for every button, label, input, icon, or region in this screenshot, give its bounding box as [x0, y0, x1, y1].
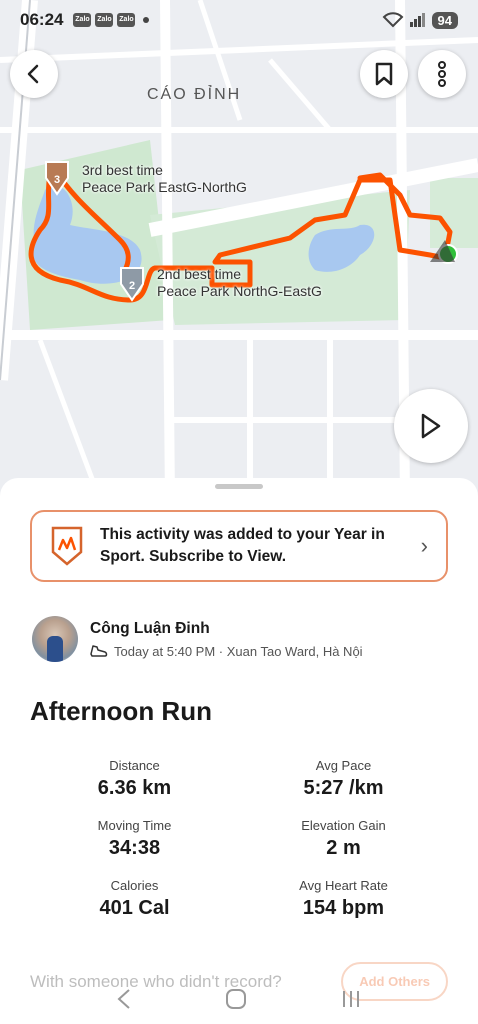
silver-medal-icon: 2: [120, 267, 144, 302]
chevron-right-icon: ›: [420, 533, 428, 558]
stat-value: 5:27 /km: [303, 777, 384, 799]
stat-moving-time: Moving Time 34:38: [30, 818, 239, 860]
play-flyover-button[interactable]: [394, 389, 468, 463]
system-nav-bar: [0, 974, 478, 1024]
stat-value: 2 m: [326, 837, 361, 859]
bronze-medal-icon: 3: [45, 161, 69, 196]
stat-value: 34:38: [108, 837, 161, 859]
stat-elevation-gain: Elevation Gain 2 m: [239, 818, 448, 860]
signal-icon: [409, 13, 425, 27]
year-in-sport-banner[interactable]: This activity was added to your Year in …: [30, 510, 448, 582]
nav-recents-icon[interactable]: [340, 989, 362, 1009]
activity-title: Afternoon Run: [30, 696, 212, 726]
medal-3-number: 3: [54, 174, 60, 186]
nav-home-icon[interactable]: [224, 987, 248, 1011]
place-name: CÁO ĐỈNH: [147, 86, 242, 103]
segment-3rd-rank: 3rd best time: [82, 162, 163, 178]
notification-dot-icon: [143, 17, 150, 23]
more-vertical-icon: [438, 61, 446, 87]
sheet-drag-handle[interactable]: [215, 484, 263, 489]
stat-label: Distance: [109, 758, 160, 773]
chevron-left-icon: [27, 64, 39, 84]
stat-value: 401 Cal: [99, 897, 170, 919]
activity-meta: Today at 5:40 PM · Xuan Tao Ward, Hà Nội: [90, 644, 363, 659]
stats-grid: Distance 6.36 km Avg Pace 5:27 /km Movin…: [30, 758, 448, 920]
more-options-button[interactable]: [418, 50, 466, 98]
stat-label: Avg Pace: [315, 758, 372, 773]
battery-level: 94: [431, 11, 458, 29]
segment-3rd-name: Peace Park EastG-NorthG: [82, 179, 247, 195]
stat-label: Moving Time: [97, 818, 172, 833]
stat-label: Avg Heart Rate: [299, 878, 388, 893]
segment-label-3rd[interactable]: 3rd best time Peace Park EastG-NorthG: [82, 162, 247, 196]
year-in-sport-text: This activity was added to your Year in …: [100, 526, 385, 565]
activity-date-location: Today at 5:40 PM · Xuan Tao Ward, Hà Nội: [114, 643, 363, 659]
athlete-name[interactable]: Công Luận Đinh: [90, 620, 363, 638]
stat-calories: Calories 401 Cal: [30, 878, 239, 920]
stat-label: Calories: [110, 878, 159, 893]
play-icon: [421, 413, 441, 439]
stat-value: 6.36 km: [97, 777, 172, 799]
bookmark-button[interactable]: [360, 50, 408, 98]
running-shoe-icon: [90, 645, 108, 657]
activity-sheet: This activity was added to your Year in …: [0, 478, 478, 1024]
stat-distance: Distance 6.36 km: [30, 758, 239, 800]
zalo-notification-icon: Zalo: [73, 13, 92, 27]
stat-label: Elevation Gain: [301, 818, 386, 833]
medal-2-number: 2: [129, 280, 135, 292]
avatar[interactable]: [32, 616, 78, 662]
stat-avg-heart-rate: Avg Heart Rate 154 bpm: [239, 878, 448, 920]
athlete-header[interactable]: Công Luận Đinh Today at 5:40 PM · Xuan T…: [32, 616, 363, 662]
nav-back-icon[interactable]: [116, 988, 132, 1010]
year-in-sport-icon: [51, 526, 83, 566]
stat-value: 154 bpm: [302, 897, 385, 919]
segment-label-2nd[interactable]: 2nd best time Peace Park NorthG-EastG: [157, 266, 322, 300]
segment-2nd-rank: 2nd best time: [157, 266, 242, 282]
zalo-notification-icon: Zalo: [95, 13, 114, 27]
segment-2nd-name: Peace Park NorthG-EastG: [157, 283, 322, 299]
stat-avg-pace: Avg Pace 5:27 /km: [239, 758, 448, 800]
back-button[interactable]: [10, 50, 58, 98]
status-bar: 06:24 Zalo Zalo Zalo 94: [0, 0, 478, 40]
bookmark-icon: [375, 62, 393, 86]
status-time: 06:24: [20, 10, 64, 29]
zalo-notification-icon: Zalo: [117, 13, 136, 27]
wifi-icon: [382, 12, 403, 28]
